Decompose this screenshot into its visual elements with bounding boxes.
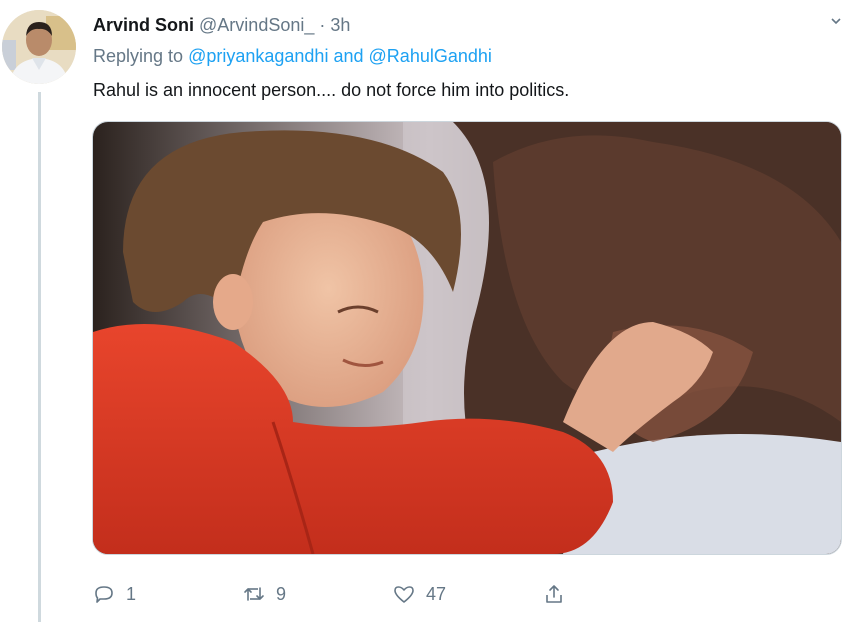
- tweet-card[interactable]: Arvind Soni @ArvindSoni_ · 3h Replying t…: [0, 0, 850, 633]
- tweet-actions: 1 9 47: [92, 578, 792, 610]
- mention-priyankagandhi[interactable]: @priyankagandhi: [188, 46, 328, 66]
- thread-line: [38, 92, 41, 622]
- retweet-count: 9: [276, 583, 287, 604]
- retweet-button[interactable]: 9: [242, 578, 286, 610]
- tweet-time[interactable]: 3h: [330, 15, 350, 35]
- author-handle[interactable]: @ArvindSoni_: [199, 15, 314, 35]
- reply-button[interactable]: 1: [92, 578, 136, 610]
- mention-and[interactable]: and: [333, 46, 363, 66]
- like-count: 47: [426, 583, 447, 604]
- separator-dot: ·: [319, 15, 326, 35]
- heart-icon: [394, 586, 414, 603]
- author-name[interactable]: Arvind Soni: [93, 15, 194, 35]
- tweet-text: Rahul is an innocent person.... do not f…: [93, 80, 570, 100]
- avatar[interactable]: [2, 10, 76, 84]
- retweet-icon: [244, 587, 264, 601]
- reply-count: 1: [126, 583, 137, 604]
- replying-to-label: Replying to: [93, 46, 184, 66]
- mention-rahulgandhi[interactable]: @RahulGandhi: [369, 46, 492, 66]
- share-button[interactable]: [542, 578, 566, 610]
- reply-icon: [95, 586, 113, 603]
- avatar-column: [0, 0, 80, 633]
- chevron-down-icon[interactable]: [830, 14, 842, 26]
- tweet-photo[interactable]: [92, 121, 842, 555]
- tweet-header: Arvind Soni @ArvindSoni_ · 3h: [93, 12, 350, 38]
- like-button[interactable]: 47: [392, 578, 446, 610]
- share-icon: [546, 585, 562, 603]
- replying-to: Replying to @priyankagandhi and @RahulGa…: [93, 43, 492, 69]
